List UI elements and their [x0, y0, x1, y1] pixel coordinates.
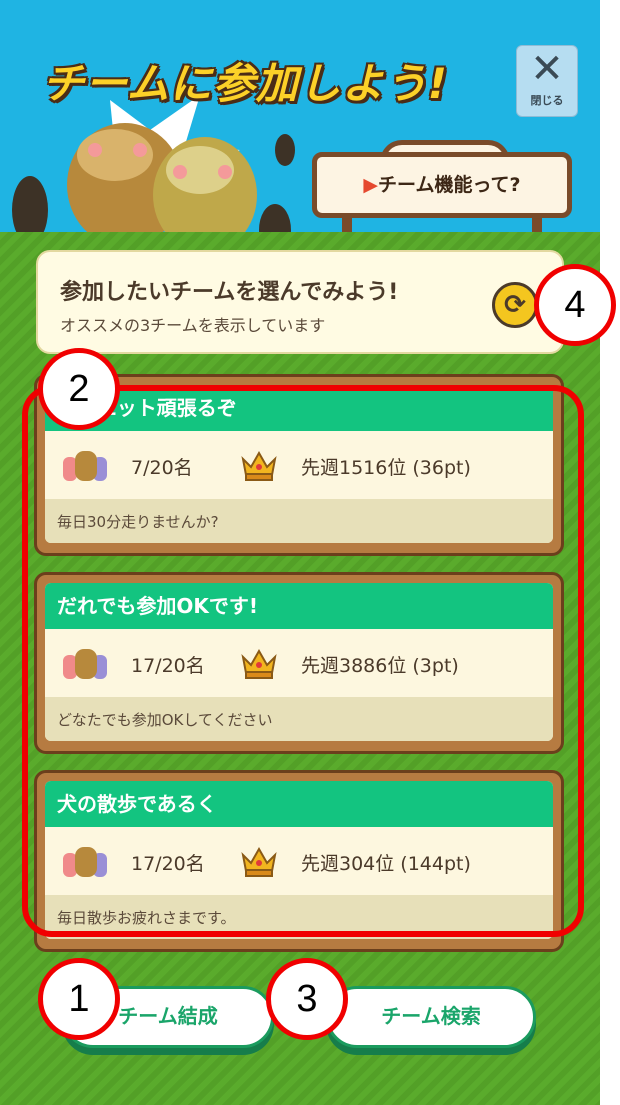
team-card[interactable]: だれでも参加OKです! 17/20名 先週3886位 (3pt) どなたでも参加…: [34, 572, 564, 754]
team-stats: 17/20名 先週304位 (144pt): [45, 827, 553, 895]
close-icon: ✕: [530, 46, 564, 92]
team-stats: 7/20名 先週1516位 (36pt): [45, 431, 553, 499]
guide-subtitle: オススメの3チームを表示しています: [60, 316, 326, 335]
team-description: 毎日30分走りませんか?: [45, 499, 553, 543]
close-button[interactable]: ✕ 閉じる: [516, 45, 578, 117]
team-card[interactable]: 犬の散歩であるく 17/20名 先週304位 (144pt) 毎日散歩お疲れさま…: [34, 770, 564, 952]
team-name: ダイエット頑張るぞ: [45, 385, 553, 431]
team-description: どなたでも参加OKしてください: [45, 697, 553, 741]
members-icon: [63, 451, 107, 481]
team-join-screen: チームに参加しよう! ✕ 閉じる ▶チーム機能って? 参加したいチームを選んでみ…: [0, 0, 600, 1105]
crown-icon: [241, 846, 277, 877]
annotation-marker-4: 4: [534, 264, 616, 346]
refresh-icon[interactable]: ⟳: [492, 282, 538, 328]
close-label: 閉じる: [530, 94, 564, 107]
annotation-marker-1: 1: [38, 958, 120, 1040]
play-arrow-icon: ▶: [363, 174, 379, 196]
team-feature-help-button[interactable]: ▶チーム機能って?: [312, 152, 572, 218]
team-card-body: だれでも参加OKです! 17/20名 先週3886位 (3pt) どなたでも参加…: [45, 583, 553, 741]
weekly-rank: 先週1516位 (36pt): [301, 457, 471, 479]
members-icon: [63, 649, 107, 679]
team-card-body: 犬の散歩であるく 17/20名 先週304位 (144pt) 毎日散歩お疲れさま…: [45, 781, 553, 939]
annotation-marker-3: 3: [266, 958, 348, 1040]
page-title: チームに参加しよう!: [42, 59, 448, 108]
crown-icon: [241, 450, 277, 481]
members-icon: [63, 847, 107, 877]
guide-card: 参加したいチームを選んでみよう! オススメの3チームを表示しています: [36, 250, 564, 354]
team-stats: 17/20名 先週3886位 (3pt): [45, 629, 553, 697]
search-team-button[interactable]: チーム検索: [326, 986, 536, 1048]
member-count: 17/20名: [131, 853, 205, 875]
member-count: 17/20名: [131, 655, 205, 677]
team-card-body: ダイエット頑張るぞ 7/20名 先週1516位 (36pt) 毎日30分走りませ…: [45, 385, 553, 543]
guide-title: 参加したいチームを選んでみよう!: [60, 280, 399, 305]
team-description: 毎日散歩お疲れさまです。: [45, 895, 553, 939]
annotation-marker-2: 2: [38, 348, 120, 430]
member-count: 7/20名: [131, 457, 193, 479]
weekly-rank: 先週304位 (144pt): [301, 853, 471, 875]
team-name: 犬の散歩であるく: [45, 781, 553, 827]
weekly-rank: 先週3886位 (3pt): [301, 655, 459, 677]
team-feature-help-label: チーム機能って?: [378, 174, 521, 196]
team-name: だれでも参加OKです!: [45, 583, 553, 629]
mascot-illustration: [12, 95, 295, 235]
crown-icon: [241, 648, 277, 679]
header-banner: チームに参加しよう! ✕ 閉じる ▶チーム機能って?: [0, 0, 600, 235]
